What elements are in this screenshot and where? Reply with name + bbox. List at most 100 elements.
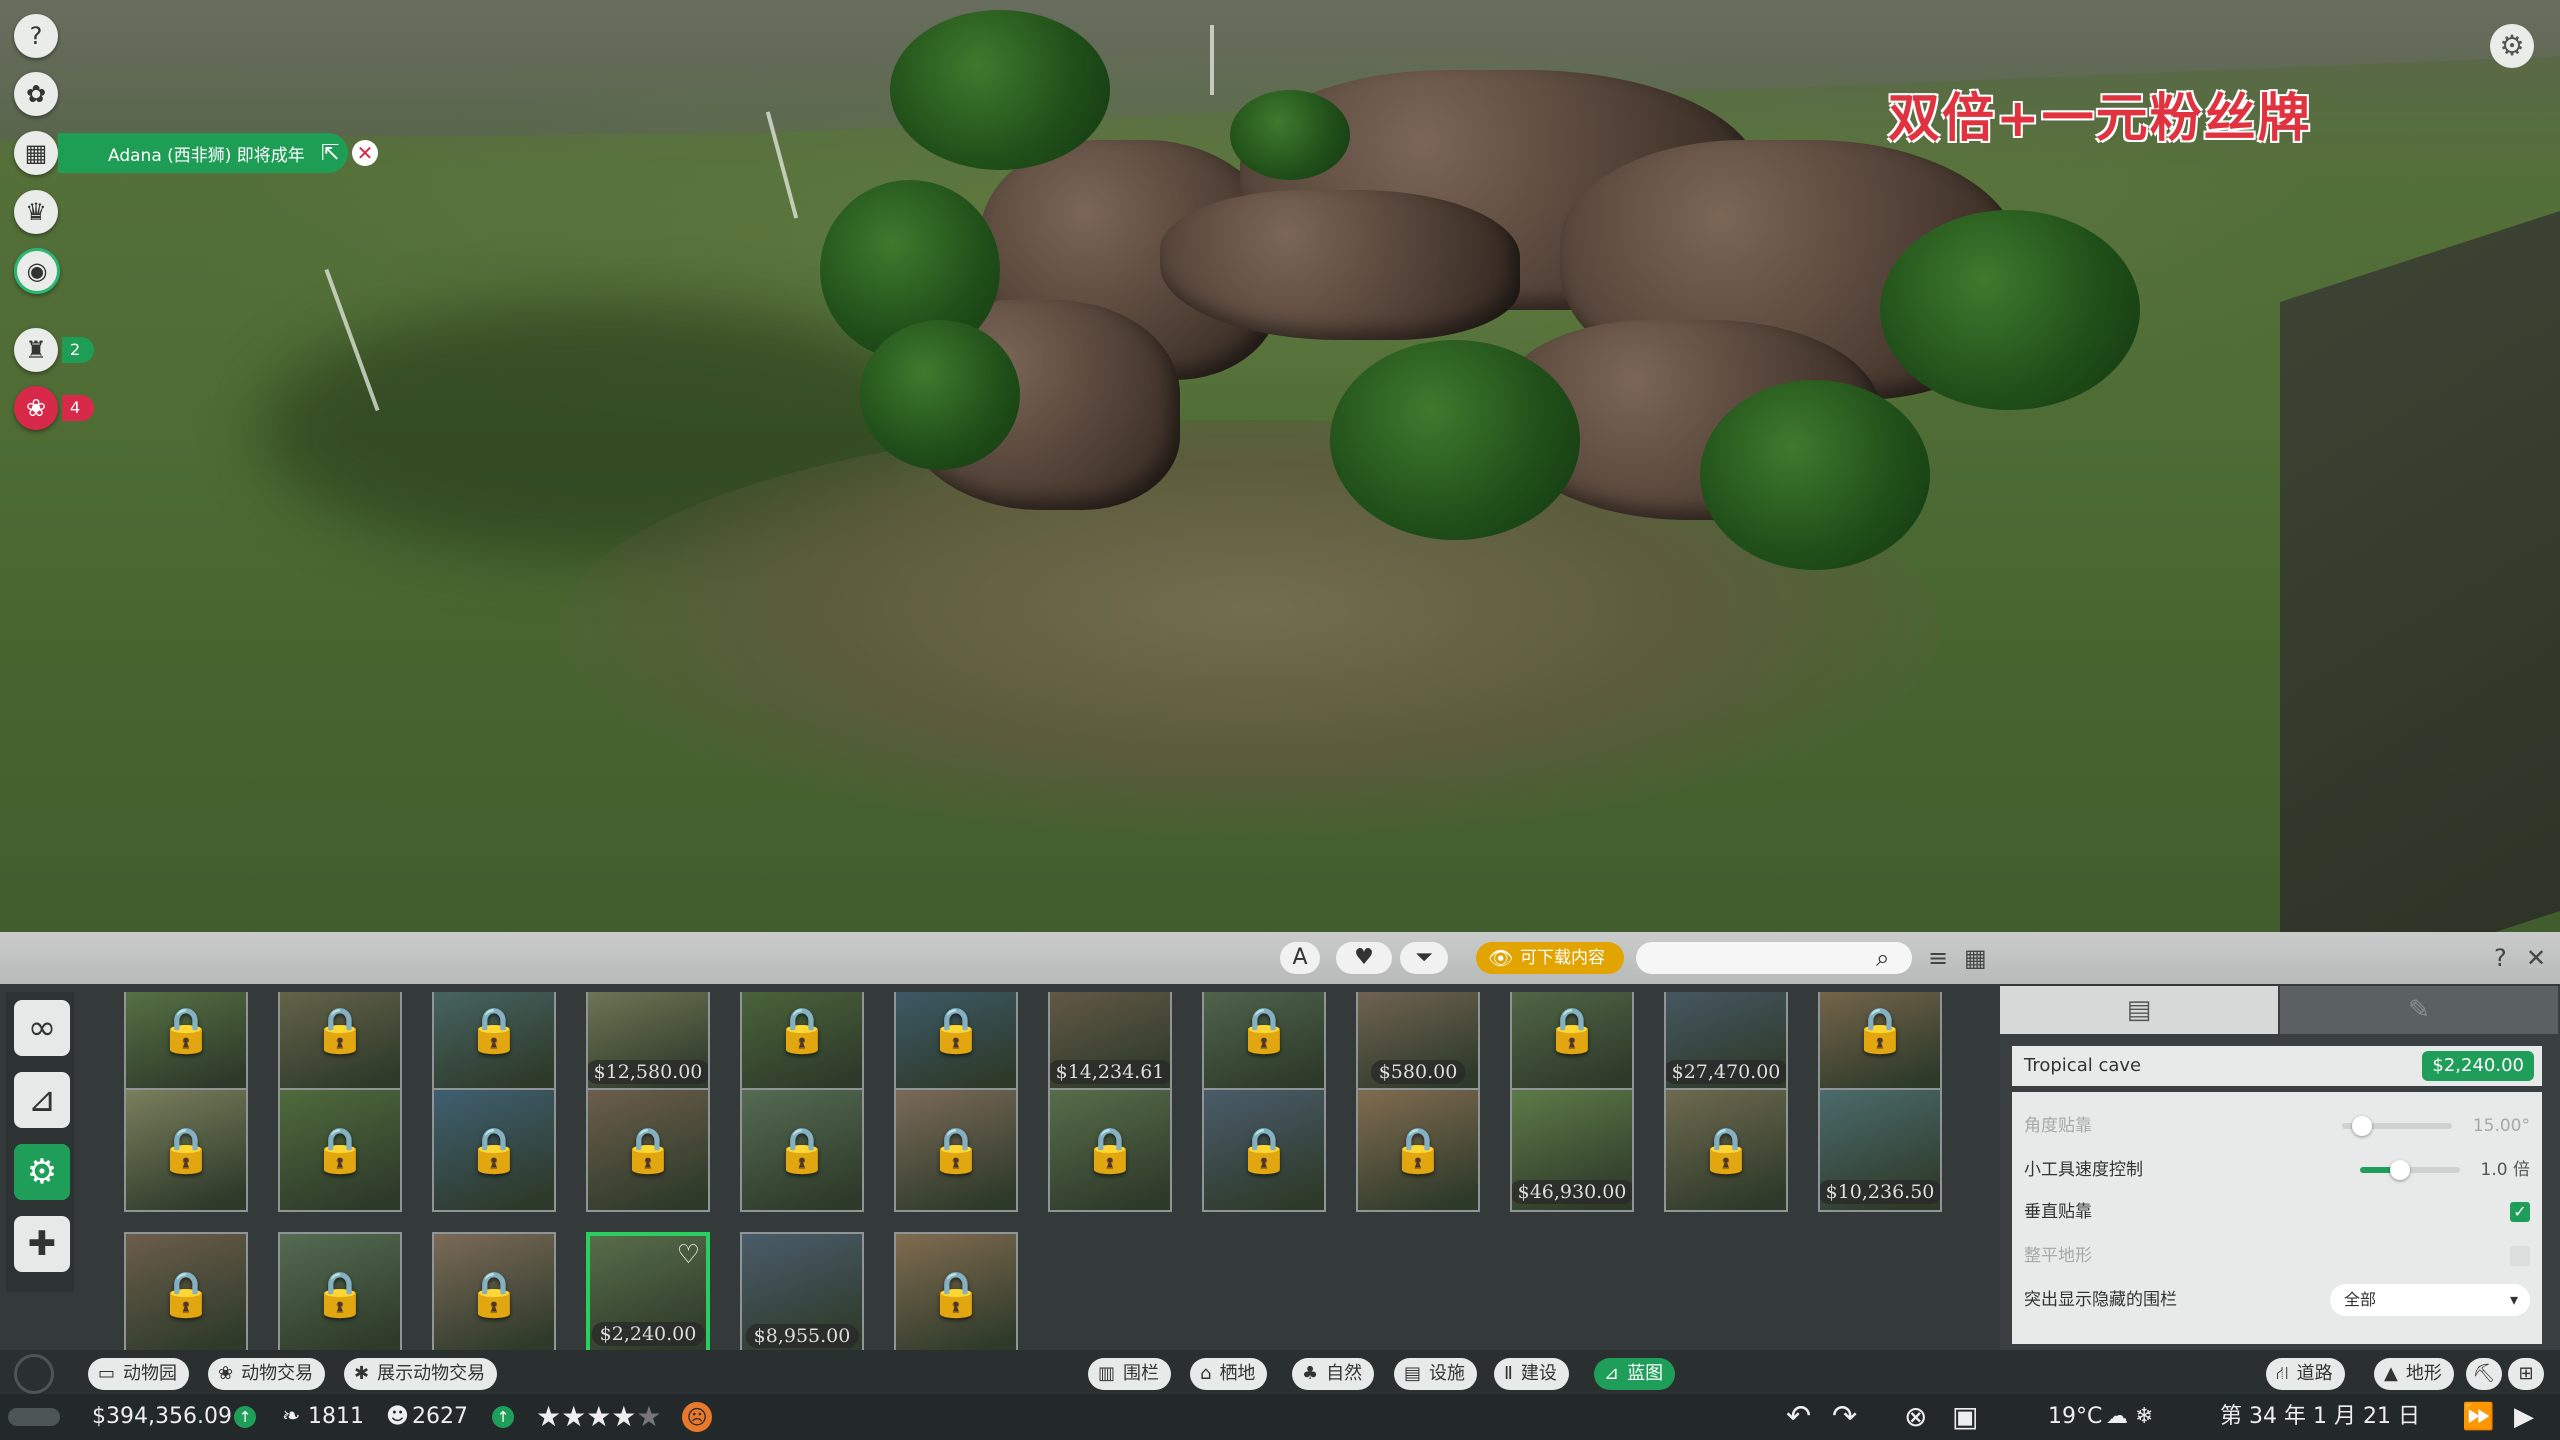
highlight-hidden-select[interactable]: 全部 ▾ (2330, 1284, 2530, 1316)
building-icon: ▤ (1404, 1363, 1422, 1384)
item-tile[interactable]: 🔒 (586, 1088, 710, 1212)
nav-terrain[interactable]: ▲ 地形 (2374, 1358, 2454, 1390)
grid-view-icon[interactable]: ▦ (1964, 944, 1987, 972)
gizmo-speed-slider[interactable] (2360, 1160, 2460, 1180)
external-link-icon[interactable]: ⇱ (321, 141, 339, 166)
nav-construction[interactable]: Ⅱ 建设 (1494, 1358, 1569, 1390)
item-tile[interactable]: 🔒 (1356, 1088, 1480, 1212)
nav-habitat[interactable]: ⌂ 栖地 (1190, 1358, 1268, 1390)
clock-icon[interactable]: ⊗ (1904, 1394, 1927, 1440)
trophy-icon[interactable]: ♛ (14, 190, 58, 234)
nav-paths[interactable]: ⛙ 道路 (2266, 1358, 2345, 1390)
slider-knob[interactable] (2390, 1160, 2410, 1180)
puzzle-icon[interactable]: ✚ (14, 1216, 70, 1272)
item-tile[interactable]: 🔒 (432, 992, 556, 1092)
item-tile[interactable]: 🔒 (1818, 992, 1942, 1092)
item-tile[interactable]: 🔒 (124, 992, 248, 1092)
redo-icon[interactable]: ↷ (1832, 1394, 1857, 1440)
toggle-icon[interactable] (8, 1408, 60, 1426)
item-tile[interactable]: 🔒 (894, 1232, 1018, 1350)
sort-icon[interactable]: ≡ (1928, 944, 1948, 972)
fern-plant (1230, 90, 1350, 180)
nav-animal-trade[interactable]: ❀ 动物交易 (208, 1358, 326, 1390)
tab-edit[interactable]: ✎ (2280, 986, 2558, 1034)
nav-blueprints[interactable]: ⊿ 蓝图 (1594, 1358, 1676, 1390)
chevron-down-icon: ▾ (2509, 1290, 2518, 1309)
search-input[interactable] (1636, 942, 1912, 974)
item-tile[interactable]: $8,955.00 (740, 1232, 864, 1350)
steam-workshop-icon[interactable]: ⚙ (14, 1144, 70, 1200)
item-tile[interactable]: $580.00 (1356, 992, 1480, 1092)
dlc-filter-button[interactable]: 👁 可下载内容 (1476, 942, 1624, 974)
nav-fence[interactable]: ▥ 围栏 (1088, 1358, 1172, 1390)
vertical-snap-checkbox[interactable]: ✓ (2510, 1202, 2530, 1222)
nav-animal-trade-label: 动物交易 (241, 1363, 314, 1384)
animal-alert-badge: 4 (62, 395, 94, 421)
notification-banner[interactable]: Adana (西非狮) 即将成年 ⇱ (58, 133, 348, 173)
item-tile[interactable]: 🔒 (278, 1088, 402, 1212)
undo-icon[interactable]: ↶ (1786, 1394, 1811, 1440)
eye-icon[interactable]: ◉ (14, 248, 60, 294)
blueprint-icon: ⊿ (1604, 1363, 1620, 1384)
nav-extra[interactable]: ⛏ (2466, 1358, 2502, 1390)
item-tile[interactable]: 🔒 (894, 1088, 1018, 1212)
item-tile[interactable]: $46,930.00 (1510, 1088, 1634, 1212)
item-tile[interactable]: 🔒 (740, 992, 864, 1092)
camera-icon[interactable]: ▣ (1952, 1394, 1978, 1440)
item-tile[interactable]: $27,470.00 (1664, 992, 1788, 1092)
item-tile[interactable]: 🔒 (278, 1232, 402, 1350)
cave-rock (1160, 190, 1520, 340)
item-tile[interactable]: 🔒 (1048, 1088, 1172, 1212)
tab-info[interactable]: ▤ (2000, 986, 2278, 1034)
item-tile[interactable]: 🔒 (278, 992, 402, 1092)
angle-snap-slider[interactable] (2342, 1116, 2452, 1136)
item-tile[interactable]: 🔒 (740, 1088, 864, 1212)
item-tile[interactable]: 🔒 (432, 1088, 556, 1212)
blueprint-icon[interactable]: ⊿ (14, 1072, 70, 1128)
mode-a-icon[interactable]: A (1280, 942, 1320, 974)
item-tile[interactable]: 🔒 (894, 992, 1018, 1092)
item-tile[interactable]: 🔒 (432, 1232, 556, 1350)
nav-facilities[interactable]: ▤ 设施 (1394, 1358, 1478, 1390)
nav-exhibit-trade[interactable]: ✱ 展示动物交易 (344, 1358, 498, 1390)
tool-icon: ⛏ (2472, 1363, 2496, 1384)
nav-zoo[interactable]: ▭ 动物园 (88, 1358, 190, 1390)
favorite-icon[interactable]: ♡ (677, 1240, 700, 1270)
item-tile[interactable]: 🔒 (124, 1232, 248, 1350)
help-icon[interactable]: ? (14, 14, 58, 58)
item-tile[interactable]: 🔒 (124, 1088, 248, 1212)
item-tile[interactable]: $12,580.00 (586, 992, 710, 1092)
item-tile[interactable]: $2,240.00 ♡ (586, 1232, 710, 1350)
close-icon[interactable]: ✕ (2526, 944, 2546, 972)
item-tile[interactable]: 🔒 (1664, 1088, 1788, 1212)
item-tile[interactable]: 🔒 (1510, 992, 1634, 1092)
heart-icon[interactable]: ♥ (1336, 942, 1392, 974)
star-rating[interactable]: ★★★★★ (536, 1394, 662, 1440)
item-tile[interactable]: 🔒 (1202, 992, 1326, 1092)
infinity-icon[interactable]: ∞ (14, 1000, 70, 1056)
keeper-icon[interactable]: ♜ (14, 328, 58, 372)
item-tile[interactable]: $10,236.50 (1818, 1088, 1942, 1212)
slider-knob[interactable] (2352, 1116, 2372, 1136)
item-tile[interactable]: 🔒 (1202, 1088, 1326, 1212)
nav-nature[interactable]: ♣ 自然 (1292, 1358, 1375, 1390)
paw-face-icon[interactable]: ✿ (14, 72, 58, 116)
play-icon[interactable]: ▶ (2514, 1394, 2534, 1440)
filter-icon[interactable]: ⏷ (1400, 942, 1448, 974)
item-tile[interactable]: $14,234.61 (1048, 992, 1172, 1092)
fence-icon: ▥ (1098, 1363, 1116, 1384)
paw-icon[interactable]: ❀ (14, 386, 58, 430)
gear-icon[interactable]: ⚙ (2490, 24, 2534, 68)
flatten-terrain-checkbox[interactable] (2510, 1246, 2530, 1266)
mood-icon[interactable]: ☹ (682, 1394, 712, 1440)
help-icon[interactable]: ? (2494, 944, 2507, 972)
close-icon[interactable]: ✕ (352, 140, 378, 166)
enclosure-wall (2280, 198, 2560, 932)
nav-nature-label: 自然 (1326, 1363, 1363, 1384)
nav-extra2[interactable]: ⊞ (2508, 1358, 2544, 1390)
compass-icon[interactable] (6, 1350, 62, 1394)
calendar-icon[interactable]: ▦ (14, 131, 58, 175)
nav-facilities-label: 设施 (1429, 1363, 1466, 1384)
fast-forward-icon[interactable]: ⏩ (2462, 1394, 2494, 1440)
search-icon[interactable]: ⌕ (1876, 942, 1889, 974)
